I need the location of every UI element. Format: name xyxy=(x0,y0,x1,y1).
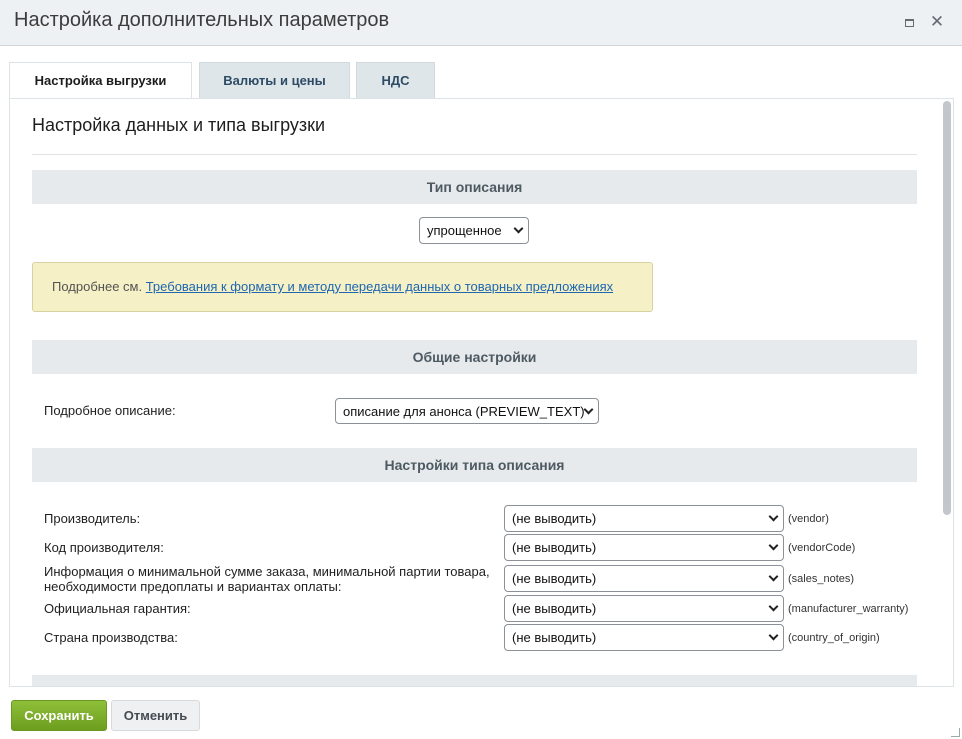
settings-dialog: Настройка дополнительных параметров ✕ На… xyxy=(0,0,962,739)
description-type-dropdown[interactable]: упрощенное xyxy=(419,217,529,244)
page-title: Настройка данных и типа выгрузки xyxy=(32,115,326,135)
vendor-code-select[interactable]: (не выводить) xyxy=(504,534,784,561)
sales-notes-label-line2: необходимости предоплаты и вариантах опл… xyxy=(44,579,342,594)
sales-notes-select[interactable]: (не выводить) xyxy=(504,565,784,592)
note-prefix: Подробнее см. xyxy=(52,279,143,294)
vendor-select[interactable]: (не выводить) xyxy=(504,505,784,532)
warranty-code: (manufacturer_warranty) xyxy=(788,603,909,615)
country-select[interactable]: (не выводить) xyxy=(504,624,784,651)
sales-notes-dropdown[interactable]: (не выводить) xyxy=(504,565,784,592)
detailed-description-select[interactable]: описание для анонса (PREVIEW_TEXT) xyxy=(335,398,599,424)
vendor-code-code: (vendorCode) xyxy=(788,542,856,554)
sales-notes-label-line1: Информация о минимальной сумме заказа, м… xyxy=(44,564,490,579)
cancel-button[interactable]: Отменить xyxy=(111,700,200,731)
description-type-select[interactable]: упрощенное xyxy=(419,217,529,244)
resize-grip-icon[interactable] xyxy=(951,728,960,737)
section-header-general: Общие настройки xyxy=(32,340,917,374)
vendor-code-dropdown[interactable]: (не выводить) xyxy=(504,534,784,561)
tab-currencies-prices[interactable]: Валюты и цены xyxy=(199,62,350,98)
sales-notes-label: Информация о минимальной сумме заказа, м… xyxy=(44,564,490,594)
maximize-icon[interactable] xyxy=(899,12,919,32)
vendor-label: Производитель: xyxy=(44,511,141,526)
title-bar: Настройка дополнительных параметров ✕ xyxy=(0,0,962,46)
scrollbar-thumb[interactable] xyxy=(943,101,951,515)
section-header-next xyxy=(32,675,917,686)
info-note: Подробнее см. Требования к формату и мет… xyxy=(32,262,653,312)
warranty-dropdown[interactable]: (не выводить) xyxy=(504,595,784,622)
vendor-code-label: Код производителя: xyxy=(44,540,164,555)
detailed-description-dropdown[interactable]: описание для анонса (PREVIEW_TEXT) xyxy=(335,398,599,424)
vendor-code: (vendor) xyxy=(788,513,829,525)
detailed-description-label: Подробное описание: xyxy=(44,403,176,418)
tab-export-settings[interactable]: Настройка выгрузки xyxy=(9,62,192,99)
section-header-type-settings: Настройки типа описания xyxy=(32,448,917,482)
save-button[interactable]: Сохранить xyxy=(11,700,107,731)
country-dropdown[interactable]: (не выводить) xyxy=(504,624,784,651)
close-icon[interactable]: ✕ xyxy=(927,12,947,32)
warranty-label: Официальная гарантия: xyxy=(44,601,191,616)
dialog-title: Настройка дополнительных параметров xyxy=(14,9,390,31)
vendor-dropdown[interactable]: (не выводить) xyxy=(504,505,784,532)
tab-vat[interactable]: НДС xyxy=(356,62,435,98)
country-label: Страна производства: xyxy=(44,630,178,645)
content-panel: Настройка данных и типа выгрузки Тип опи… xyxy=(9,98,954,687)
country-code: (country_of_origin) xyxy=(788,632,880,644)
requirements-link[interactable]: Требования к формату и методу передачи д… xyxy=(146,279,613,294)
section-header-description-type: Тип описания xyxy=(32,170,917,204)
divider xyxy=(32,154,917,155)
sales-notes-code: (sales_notes) xyxy=(788,573,855,585)
warranty-select[interactable]: (не выводить) xyxy=(504,595,784,622)
